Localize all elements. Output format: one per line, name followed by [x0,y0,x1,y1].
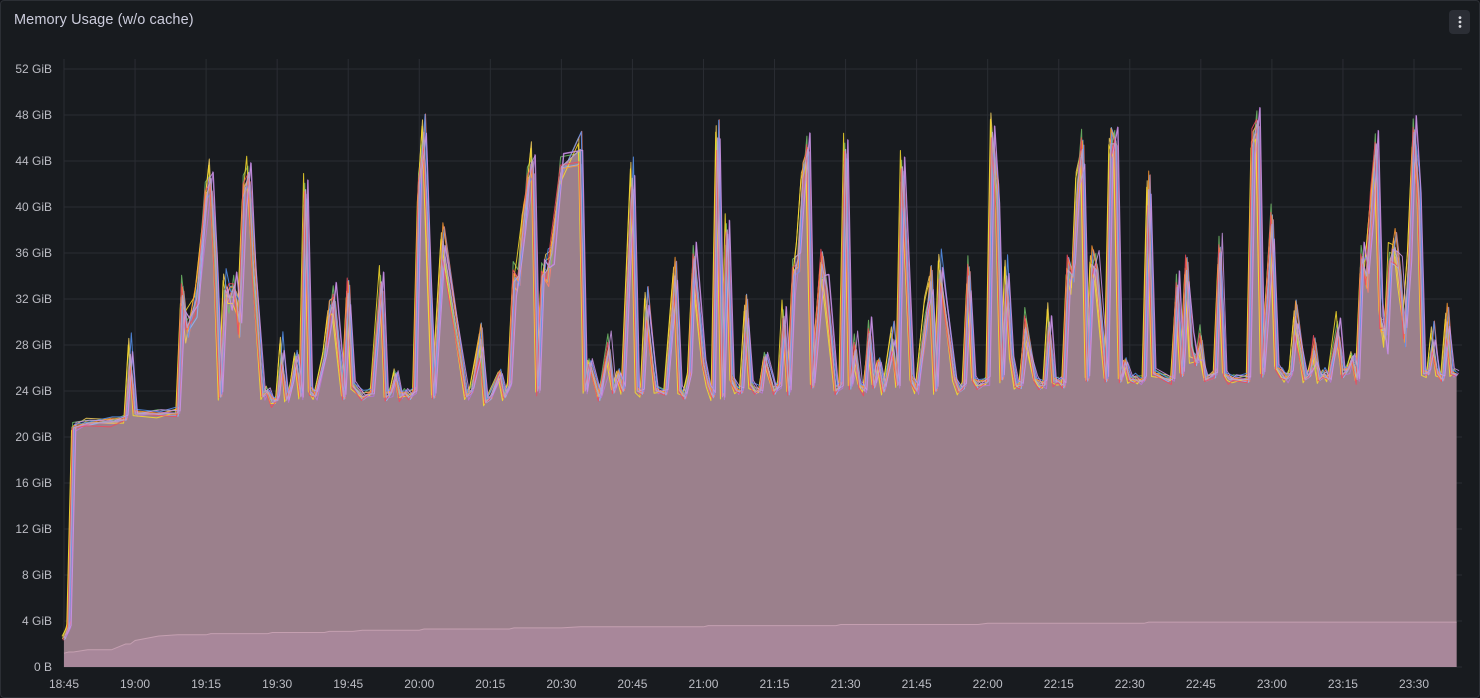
y-tick-label: 44 GiB [15,154,52,168]
y-tick-label: 0 B [34,660,52,674]
y-tick-label: 16 GiB [15,476,52,490]
x-tick-label: 21:15 [760,677,790,691]
x-tick-label: 20:00 [404,677,434,691]
x-tick-label: 19:45 [333,677,363,691]
memory-usage-panel: Memory Usage (w/o cache) 0 B4 GiB 8 GiB 12… [0,0,1480,698]
x-tick-label: 21:45 [902,677,932,691]
y-tick-label: 52 GiB [15,62,52,76]
y-tick-label: 32 GiB [15,292,52,306]
x-tick-label: 20:15 [475,677,505,691]
y-tick-label: 40 GiB [15,200,52,214]
x-tick-label: 19:15 [191,677,221,691]
y-tick-label: 48 GiB [15,108,52,122]
x-tick-label: 20:45 [617,677,647,691]
y-tick-label: 28 GiB [15,338,52,352]
x-tick-label: 23:15 [1328,677,1358,691]
x-tick-label: 18:45 [49,677,79,691]
x-tick-label: 23:00 [1257,677,1287,691]
y-tick-label: 20 GiB [15,430,52,444]
y-tick-label: 12 GiB [15,522,52,536]
x-tick-label: 19:30 [262,677,292,691]
y-tick-label: 24 GiB [15,384,52,398]
x-tick-label: 22:15 [1044,677,1074,691]
x-tick-label: 21:00 [688,677,718,691]
y-tick-label: 4 GiB [22,614,52,628]
x-tick-label: 19:00 [120,677,150,691]
x-tick-label: 20:30 [546,677,576,691]
memory-usage-chart[interactable]: 0 B 4 GiB 8 GiB 12 GiB 16 GiB 20 GiB 24 GiB 28 … [1,1,1479,697]
x-tick-label: 23:30 [1399,677,1429,691]
x-tick-label: 22:45 [1186,677,1216,691]
memory-area-series-1 [64,120,1457,668]
y-tick-label: 36 GiB [15,246,52,260]
x-tick-label: 21:30 [831,677,861,691]
x-tick-label: 22:30 [1115,677,1145,691]
y-tick-label: 8 GiB [22,568,52,582]
x-tick-label: 22:00 [973,677,1003,691]
